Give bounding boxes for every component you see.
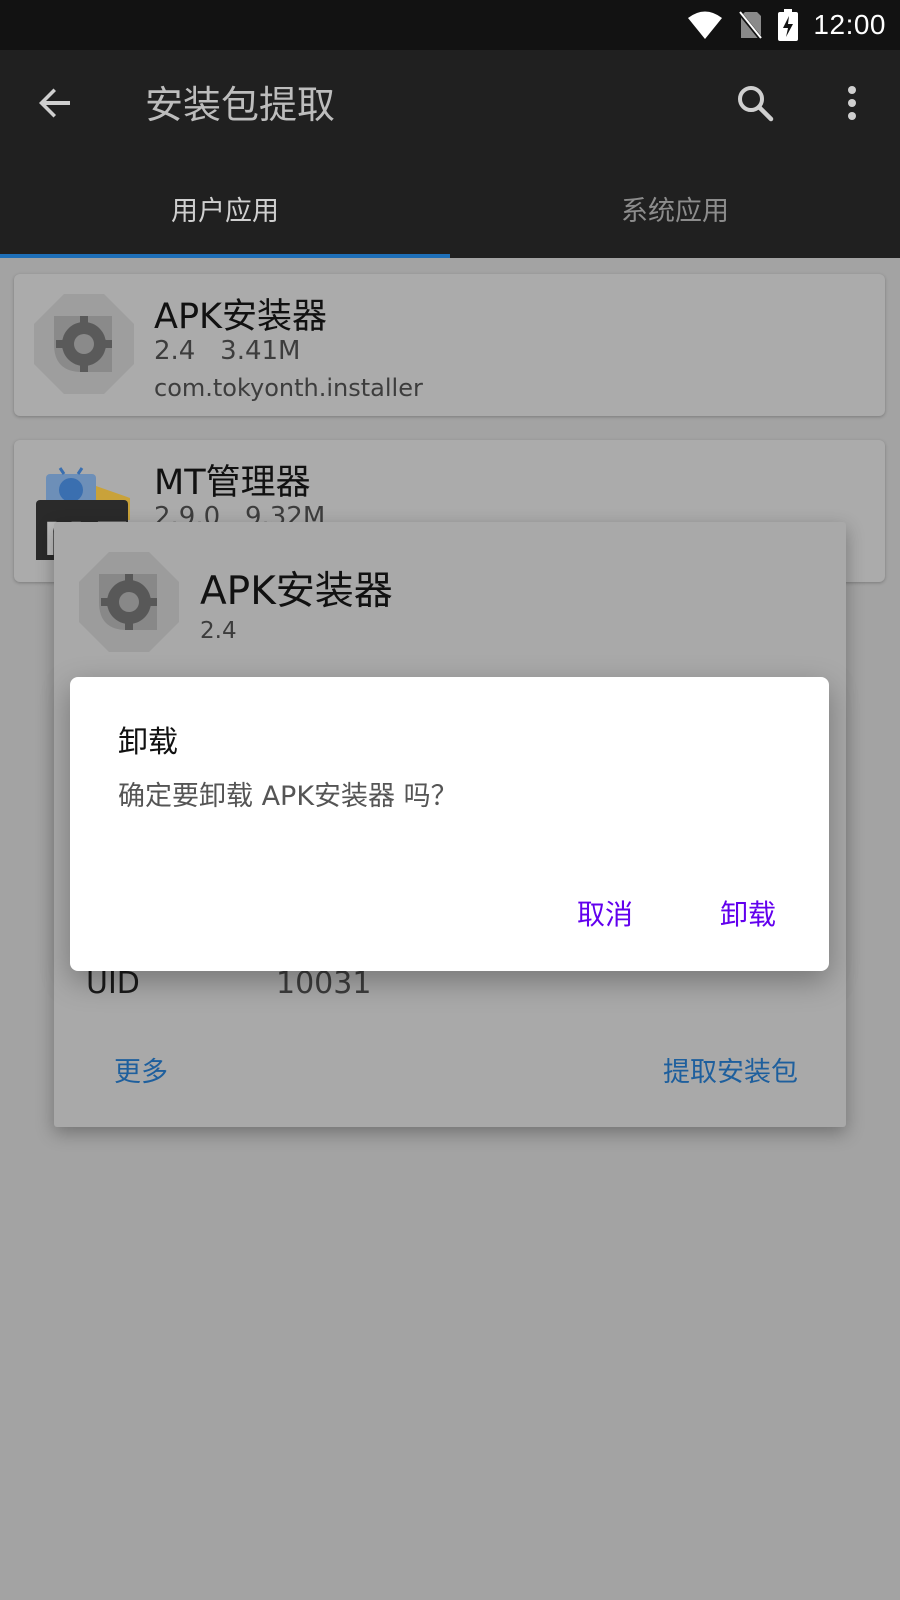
uninstall-dialog: 卸载 确定要卸载 APK安装器 吗？ 取消 卸载 <box>70 677 829 971</box>
uninstall-confirm-button[interactable]: 卸载 <box>710 887 786 939</box>
search-icon <box>736 84 774 126</box>
uid-value: 10031 <box>276 966 372 1001</box>
app-package: com.tokyonth.installer <box>154 374 423 402</box>
app-list-item[interactable]: APK安装器 2.4 3.41M com.tokyonth.installer <box>14 274 885 416</box>
cancel-button[interactable]: 取消 <box>567 887 643 939</box>
tab-indicator <box>0 254 450 258</box>
back-button[interactable] <box>30 80 80 130</box>
no-sim-icon <box>737 10 763 40</box>
battery-charging-icon <box>777 9 799 41</box>
back-arrow-icon <box>37 85 73 125</box>
more-vert-icon <box>847 85 857 125</box>
extract-apk-button[interactable]: 提取安装包 <box>663 1050 798 1089</box>
settings-gear-app-icon <box>79 552 179 652</box>
more-options-button[interactable] <box>827 80 877 130</box>
status-bar: 12:00 <box>0 0 900 50</box>
detail-app-version: 2.4 <box>200 618 237 644</box>
settings-gear-app-icon <box>34 294 134 394</box>
app-title: 安装包提取 <box>145 83 336 127</box>
tab-system-apps[interactable]: 系统应用 <box>450 158 900 258</box>
tab-bar: 用户应用 系统应用 <box>0 158 900 258</box>
wifi-icon <box>687 10 723 40</box>
dialog-message: 确定要卸载 APK安装器 吗？ <box>118 781 458 812</box>
app-bar: 安装包提取 <box>0 50 900 158</box>
tab-user-apps[interactable]: 用户应用 <box>0 158 450 258</box>
search-button[interactable] <box>730 80 780 130</box>
app-size: 3.41M <box>220 336 301 366</box>
clock: 12:00 <box>813 9 886 40</box>
dialog-title: 卸载 <box>118 725 178 760</box>
app-name: MT管理器 <box>154 463 311 503</box>
more-button[interactable]: 更多 <box>114 1050 168 1089</box>
app-version: 2.4 <box>154 336 196 366</box>
status-icons: 12:00 <box>687 6 886 44</box>
app-version-size: 2.4 3.41M <box>154 336 300 366</box>
uid-label: UID <box>86 966 140 1001</box>
detail-app-name: APK安装器 <box>200 569 393 614</box>
app-name: APK安装器 <box>154 297 328 337</box>
